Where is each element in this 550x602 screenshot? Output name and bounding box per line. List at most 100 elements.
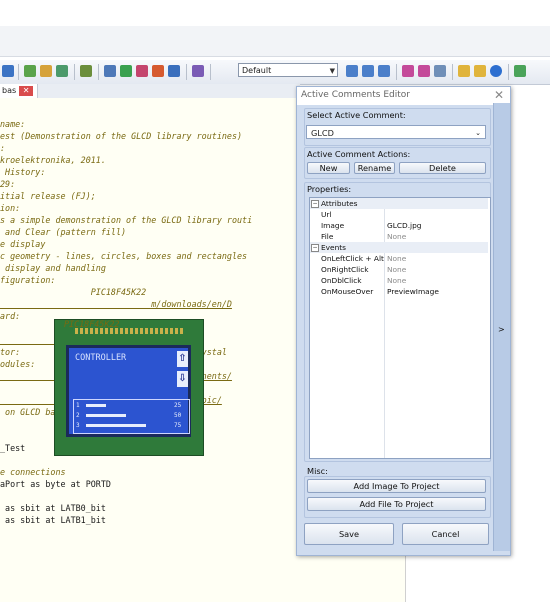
folder-icon[interactable] [474,65,486,77]
property-value[interactable]: PreviewImage [387,286,439,297]
toolbar-separator [74,64,75,80]
menu-bar [0,26,550,57]
chevron-down-icon: ▼ [329,67,335,75]
close-icon[interactable]: ✕ [19,85,34,96]
toolbar-separator [186,64,187,80]
program-icon[interactable] [56,65,68,77]
dialog-title: Active Comments Editor [301,90,410,100]
scheme-load-icon[interactable] [362,65,374,77]
new-button[interactable]: New [307,162,350,174]
property-row[interactable]: OnRightClick None [310,264,488,275]
code-line: kroelektronika, 2011. [0,155,106,165]
property-name: Url [321,210,332,219]
property-value[interactable]: None [387,253,406,264]
code-line: e connections [0,467,66,477]
scheme-dropdown[interactable]: Default ▼ [238,63,338,77]
tools-icon[interactable] [192,65,204,77]
dialog-side-strip[interactable]: > [493,103,510,551]
code-line: c geometry - lines, circles, boxes and r… [0,251,248,261]
collapse-icon[interactable]: − [311,200,319,208]
property-name: OnMouseOver [321,287,374,296]
help-icon[interactable] [490,65,502,77]
toolbar-separator [396,64,397,80]
code-line: est (Demonstration of the GLCD library r… [0,131,243,141]
editor-tab[interactable]: bas ✕ [0,84,39,98]
glcd-screen-text: CONTROLLER [75,353,127,363]
debug-icon[interactable] [80,65,92,77]
code-line: PIC18F45K22 [0,287,147,297]
code-line: and Clear (pattern fill) [0,227,127,237]
editor-tab-bar: bas ✕ [0,84,300,98]
active-comment-value: GLCD [311,128,334,138]
code-line: s a simple demonstration of the GLCD lib… [0,215,253,225]
glcd-row-number: 1 [76,402,80,409]
scheme-value: Default [242,66,272,75]
code-line: itial release (FJ); [0,191,96,201]
close-icon[interactable]: ✕ [494,88,504,102]
toolbar-separator [98,64,99,80]
window-icon[interactable] [434,65,446,77]
misc-label: Misc: [307,466,328,476]
code-line: ard: [0,311,21,321]
property-category-label: Events [321,243,347,252]
attributes-category[interactable]: − Attributes [310,198,488,209]
toolbar-separator [508,64,509,80]
property-row[interactable]: OnDblClick None [310,275,488,286]
italic-icon[interactable] [418,65,430,77]
format-icon[interactable] [168,65,180,77]
comment-icon[interactable] [104,65,116,77]
cancel-button[interactable]: Cancel [402,523,489,545]
property-value[interactable]: None [387,231,406,242]
property-row[interactable]: OnLeftClick + Alt None [310,253,488,264]
glcd-row-value: 75 [174,422,182,429]
arrow-down-icon: ⇩ [177,371,188,387]
rename-button[interactable]: Rename [354,162,395,174]
build-icon[interactable] [24,65,36,77]
toolbar-separator [452,64,453,80]
code-line: display and handling [0,263,106,273]
code-line: ion: [0,203,21,213]
property-name: OnRightClick [321,265,369,274]
search-icon[interactable] [458,65,470,77]
font-icon[interactable] [136,65,148,77]
scheme-save-icon[interactable] [346,65,358,77]
property-row[interactable]: OnMouseOver PreviewImage [310,286,488,297]
build-all-icon[interactable] [40,65,52,77]
property-row[interactable]: Image GLCD.jpg [310,220,488,231]
glcd-progress-bar [86,424,146,427]
add-file-button[interactable]: Add File To Project [307,497,486,511]
glcd-row-value: 50 [174,412,182,419]
editor-tab-label: bas [2,86,17,95]
property-row[interactable]: File None [310,231,488,242]
code-line: : [0,143,6,153]
collapse-icon[interactable]: − [311,244,319,252]
property-value[interactable]: None [387,264,406,275]
glcd-screen: CONTROLLER ⇧ ⇩ 1 25 2 50 3 75 [66,345,191,437]
glcd-row-number: 3 [76,422,80,429]
code-line: as sbit at LATB1_bit [0,515,106,525]
property-value[interactable]: None [387,275,406,286]
scheme-edit-icon[interactable] [378,65,390,77]
chevron-right-icon[interactable]: > [498,325,505,334]
toolbar-separator [210,64,211,80]
add-image-button[interactable]: Add Image To Project [307,479,486,493]
events-category[interactable]: − Events [310,242,488,253]
save-button[interactable]: Save [304,523,394,545]
bookmark-icon[interactable] [152,65,164,77]
uncomment-icon[interactable] [120,65,132,77]
active-comments-editor-dialog: Active Comments Editor ✕ Select Active C… [296,86,511,556]
code-line: name: [0,119,26,129]
delete-button[interactable]: Delete [399,162,486,174]
property-name: Image [321,221,345,230]
code-line: as sbit at LATB0_bit [0,503,106,513]
underline-icon[interactable] [402,65,414,77]
properties-grid[interactable]: − Attributes Url Image GLCD.jpg File None − Even… [309,197,491,459]
back-icon[interactable] [514,65,526,77]
glcd-preview-image: CONTROLLER ⇧ ⇩ 1 25 2 50 3 75 [54,319,204,456]
property-row[interactable]: Url [310,209,488,220]
open-icon[interactable] [2,65,14,77]
active-comment-select[interactable]: GLCD ⌄ [306,125,486,139]
code-line: e display [0,239,46,249]
code-line: 29: [0,179,16,189]
property-value[interactable]: GLCD.jpg [387,220,421,231]
